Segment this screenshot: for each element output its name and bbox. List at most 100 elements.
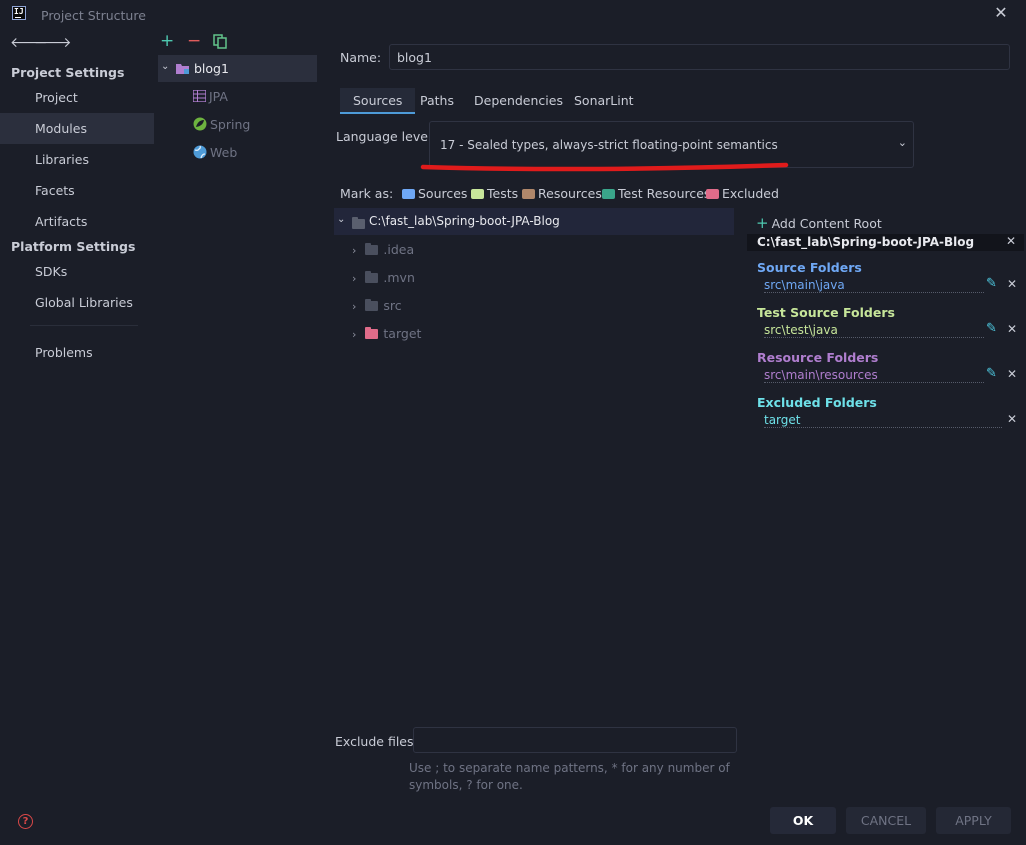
language-level-label: Language level: (336, 129, 436, 144)
mark-as-sources-label: Sources (418, 186, 468, 201)
exclude-files-label: Exclude files: (335, 734, 418, 749)
chevron-right-icon[interactable]: › (352, 272, 356, 285)
nav-item-project[interactable]: Project (0, 82, 154, 113)
platform-settings-header: Platform Settings (11, 239, 136, 254)
tree-item-src[interactable]: › src (352, 298, 402, 313)
add-content-root-button[interactable]: + Add Content Root (756, 214, 882, 232)
nav-item-problems[interactable]: Problems (0, 337, 154, 368)
facet-web[interactable]: Web (193, 145, 237, 162)
window-title: Project Structure (41, 8, 146, 23)
folder-icon (352, 216, 370, 231)
nav-divider (30, 325, 138, 326)
tab-paths[interactable]: Paths (407, 88, 467, 114)
tab-sources[interactable]: Sources (340, 88, 416, 114)
exclude-files-input[interactable] (413, 727, 737, 753)
edit-pencil-icon[interactable]: ✎ (986, 321, 997, 336)
test-source-folders-header: Test Source Folders (757, 305, 895, 320)
test-resources-folder-icon (602, 189, 615, 199)
mark-as-sources-button[interactable]: Sources (402, 186, 467, 201)
nav-item-global-libraries[interactable]: Global Libraries (0, 287, 154, 318)
facet-label: Web (210, 145, 238, 160)
nav-item-modules[interactable]: Modules (0, 113, 154, 144)
tree-item-mvn[interactable]: › .mvn (352, 270, 415, 285)
remove-module-button[interactable]: − (187, 32, 201, 50)
mark-as-tests-button[interactable]: Tests (471, 186, 518, 201)
globe-icon (193, 145, 207, 162)
nav-item-libraries[interactable]: Libraries (0, 144, 154, 175)
module-name: blog1 (194, 61, 229, 76)
add-module-button[interactable]: + (160, 32, 174, 50)
spring-leaf-icon (193, 117, 207, 134)
nav-item-artifacts[interactable]: Artifacts (0, 206, 154, 237)
tree-item-idea[interactable]: › .idea (352, 242, 414, 257)
module-name-input[interactable] (389, 44, 1010, 70)
source-folders-header: Source Folders (757, 260, 862, 275)
tree-item-label: .idea (383, 242, 415, 257)
tab-sonarlint[interactable]: SonarLint (561, 88, 647, 114)
help-icon[interactable]: ? (18, 814, 33, 829)
facet-jpa[interactable]: JPA (192, 89, 228, 105)
name-label: Name: (340, 50, 382, 65)
content-root-path: C:\fast_lab\Spring-boot-JPA-Blog (757, 235, 975, 249)
plus-icon: + (756, 214, 769, 232)
excluded-folders-header: Excluded Folders (757, 395, 877, 410)
remove-content-root-icon[interactable]: ✕ (1006, 234, 1016, 248)
chevron-down-icon[interactable]: ⌄ (337, 214, 345, 225)
remove-source-folder-icon[interactable]: ✕ (1007, 277, 1017, 291)
nav-item-sdks[interactable]: SDKs (0, 256, 154, 287)
remove-test-source-folder-icon[interactable]: ✕ (1007, 322, 1017, 336)
tree-item-label: target (383, 326, 422, 341)
close-icon[interactable]: ✕ (993, 5, 1009, 21)
intellij-logo-icon: IJ (12, 6, 26, 20)
test-source-folder-path: src\test\java (764, 323, 984, 338)
mark-as-test-resources-label: Test Resources (618, 186, 711, 201)
excluded-folder-icon (706, 189, 719, 199)
edit-pencil-icon[interactable]: ✎ (986, 276, 997, 291)
copy-icon[interactable] (213, 34, 227, 49)
facet-label: JPA (209, 89, 228, 104)
language-level-select[interactable]: 17 - Sealed types, always-strict floatin… (429, 121, 914, 168)
folder-icon (365, 271, 379, 283)
ok-button[interactable]: OK (770, 807, 836, 834)
mark-as-excluded-label: Excluded (722, 186, 779, 201)
remove-resource-folder-icon[interactable]: ✕ (1007, 367, 1017, 381)
mark-as-label: Mark as: (340, 186, 394, 201)
language-level-value: 17 - Sealed types, always-strict floatin… (440, 138, 778, 152)
apply-button[interactable]: APPLY (936, 807, 1011, 834)
chevron-down-icon: ⌄ (897, 136, 907, 149)
module-tree-item-blog1[interactable]: ⌄ blog1 (158, 55, 317, 82)
folder-icon (365, 299, 379, 311)
chevron-right-icon[interactable]: › (352, 300, 356, 313)
module-folder-icon (176, 63, 190, 78)
mark-as-excluded-button[interactable]: Excluded (706, 186, 779, 201)
resource-folders-header: Resource Folders (757, 350, 879, 365)
arrow-right-icon[interactable]: 🡒 (34, 34, 72, 51)
remove-excluded-folder-icon[interactable]: ✕ (1007, 412, 1017, 426)
tree-item-target[interactable]: › target (352, 326, 421, 341)
facet-label: Spring (210, 117, 251, 132)
excluded-folder-icon (365, 327, 379, 339)
chevron-down-icon[interactable]: ⌄ (161, 61, 169, 72)
excluded-folder-path: target (764, 413, 1002, 428)
folder-icon (365, 243, 379, 255)
add-content-root-label: Add Content Root (771, 216, 882, 231)
edit-pencil-icon[interactable]: ✎ (986, 366, 997, 381)
tests-folder-icon (471, 189, 484, 199)
tab-dependencies[interactable]: Dependencies (461, 88, 576, 114)
source-folder-path: src\main\java (764, 278, 984, 293)
mark-as-resources-label: Resources (538, 186, 602, 201)
tree-item-label: src (383, 298, 402, 313)
mark-as-test-resources-button[interactable]: Test Resources (602, 186, 710, 201)
project-settings-header: Project Settings (11, 65, 125, 80)
facet-spring[interactable]: Spring (193, 117, 250, 134)
mark-as-tests-label: Tests (487, 186, 519, 201)
nav-item-facets[interactable]: Facets (0, 175, 154, 206)
tree-root-path: C:\fast_lab\Spring-boot-JPA-Blog (369, 214, 560, 228)
title-bar: IJ Project Structure ✕ (0, 0, 1026, 30)
chevron-right-icon[interactable]: › (352, 328, 356, 341)
chevron-right-icon[interactable]: › (352, 244, 356, 257)
tree-root-row[interactable]: ⌄ C:\fast_lab\Spring-boot-JPA-Blog (334, 208, 734, 235)
exclude-files-hint: Use ; to separate name patterns, * for a… (409, 761, 730, 792)
mark-as-resources-button[interactable]: Resources (522, 186, 602, 201)
cancel-button[interactable]: CANCEL (846, 807, 926, 834)
